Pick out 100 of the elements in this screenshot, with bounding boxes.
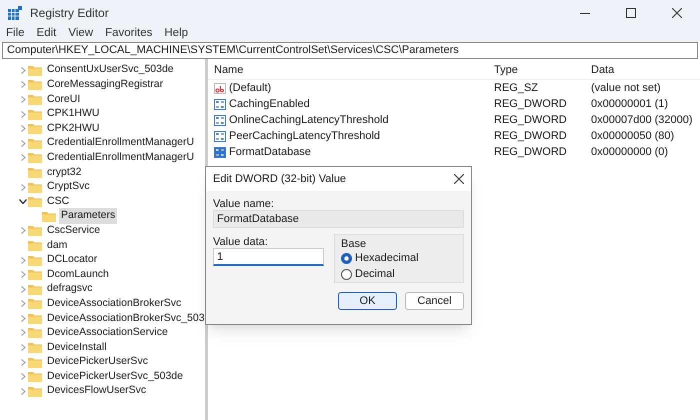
value-name[interactable]: PeerCachingLatencyThreshold xyxy=(229,128,380,144)
folder-icon xyxy=(28,196,42,208)
tree-item[interactable]: DeviceAssociationBrokerSvc_503 xyxy=(45,310,205,326)
chevron-right-icon[interactable] xyxy=(20,96,26,103)
radio-option[interactable]: Hexadecimal xyxy=(341,250,457,266)
folder-icon xyxy=(28,152,42,164)
group-label: Base xyxy=(341,237,368,250)
column-header[interactable]: Type xyxy=(490,62,587,79)
tree-item[interactable]: CPK1HWU xyxy=(45,106,102,122)
tree-item[interactable]: DCLocator xyxy=(45,252,100,268)
folder-icon xyxy=(28,182,42,193)
chevron-right-icon[interactable] xyxy=(20,227,26,234)
value-name[interactable]: FormatDatabase xyxy=(229,144,311,160)
menu-item[interactable]: View xyxy=(68,24,94,42)
tree-item[interactable]: crypt32 xyxy=(45,164,84,180)
folder-icon xyxy=(28,386,42,397)
dialog-button[interactable]: OK xyxy=(338,292,397,310)
chevron-right-icon[interactable] xyxy=(20,125,26,132)
value-data: (value not set) xyxy=(590,80,662,96)
menu-item[interactable]: Favorites xyxy=(105,24,152,42)
folder-icon xyxy=(28,225,42,236)
value-name[interactable]: (Default) xyxy=(229,80,272,96)
menu-item[interactable]: File xyxy=(6,24,25,42)
dialog-title: Edit DWORD (32-bit) Value xyxy=(213,172,346,187)
folder-icon xyxy=(28,342,42,354)
tree-item[interactable]: CoreMessagingRegistrar xyxy=(45,77,166,93)
chevron-right-icon[interactable] xyxy=(20,81,26,88)
chevron-right-icon[interactable] xyxy=(20,373,26,380)
value-type: REG_DWORD xyxy=(493,128,568,144)
folder-icon xyxy=(28,254,42,266)
tree-item[interactable]: CPK2HWU xyxy=(45,120,102,137)
tree-item[interactable]: DeviceInstall xyxy=(45,340,109,356)
value-name-field[interactable]: FormatDatabase xyxy=(213,210,464,228)
value-data: 0x00000000 (0) xyxy=(590,144,670,160)
folder-icon xyxy=(42,210,56,222)
value-name[interactable]: CachingEnabled xyxy=(229,96,310,112)
chevron-down-icon[interactable] xyxy=(19,199,27,204)
tree-item[interactable]: DeviceAssociationService xyxy=(45,325,170,341)
chevron-right-icon[interactable] xyxy=(20,358,26,366)
maximize-icon xyxy=(626,8,636,18)
folder-icon xyxy=(28,284,42,295)
menu-item[interactable]: Edit xyxy=(36,24,56,42)
tree-item[interactable]: Parameters xyxy=(59,208,118,224)
tree-item[interactable]: DevicePickerUserSvc xyxy=(45,354,150,370)
folder-icon xyxy=(28,94,42,105)
value-data: 0x00007d00 (32000) xyxy=(590,112,694,128)
folder-icon xyxy=(28,64,42,76)
folder-icon xyxy=(28,356,42,368)
chevron-right-icon[interactable] xyxy=(20,140,26,147)
window-title: Registry Editor xyxy=(30,5,109,22)
tree-item[interactable]: DcomLaunch xyxy=(45,266,111,282)
tree-item[interactable]: CredentialEnrollmentManagerU xyxy=(45,150,196,166)
value-data: 0x00000001 (1) xyxy=(590,96,670,112)
address-bar[interactable]: Computer\HKEY_LOCAL_MACHINE\SYSTEM\CurrentControlSet\Services\CSC\Parameters xyxy=(2,42,698,59)
dialog-button[interactable]: Cancel xyxy=(405,292,464,310)
chevron-right-icon[interactable] xyxy=(20,344,26,352)
chevron-right-icon[interactable] xyxy=(20,66,26,74)
chevron-right-icon[interactable] xyxy=(20,286,26,293)
radio-option[interactable]: Decimal xyxy=(341,266,457,282)
chevron-right-icon[interactable] xyxy=(20,256,26,264)
chevron-right-icon[interactable] xyxy=(20,110,26,118)
tree-item[interactable]: CSC xyxy=(45,194,72,210)
folder-icon xyxy=(28,166,42,178)
value-type: REG_DWORD xyxy=(493,96,568,112)
tree-item[interactable]: DevicesFlowUserSvc xyxy=(45,383,148,400)
value-type: REG_SZ xyxy=(493,80,540,96)
chevron-right-icon[interactable] xyxy=(20,314,26,322)
tree-item[interactable]: ConsentUxUserSvc_503de xyxy=(45,62,176,78)
tree-item[interactable]: DevicePickerUserSvc_503de xyxy=(45,368,185,385)
chevron-right-icon[interactable] xyxy=(20,154,26,162)
field-label: Value name: xyxy=(213,197,275,210)
folder-icon xyxy=(28,298,42,310)
value-type: REG_DWORD xyxy=(493,144,568,160)
tree-item[interactable]: defragsvc xyxy=(45,281,95,298)
value-name[interactable]: OnlineCachingLatencyThreshold xyxy=(229,112,389,128)
chevron-right-icon[interactable] xyxy=(20,300,26,308)
value-data: 0x00000050 (80) xyxy=(590,128,676,144)
value-data-field[interactable]: 1 xyxy=(213,248,324,266)
folder-icon xyxy=(28,79,42,90)
chevron-right-icon[interactable] xyxy=(20,329,26,336)
tree-item[interactable]: dam xyxy=(45,238,70,254)
chevron-right-icon[interactable] xyxy=(20,184,26,191)
tree-item[interactable]: CoreUI xyxy=(45,92,82,108)
field-label: Value data: xyxy=(213,235,269,248)
column-header[interactable]: Data xyxy=(587,62,700,79)
tree-item[interactable]: CscService xyxy=(45,222,102,239)
tree-item[interactable]: CredentialEnrollmentManagerU xyxy=(45,135,196,152)
menu-item[interactable]: Help xyxy=(164,24,188,42)
value-type: REG_DWORD xyxy=(493,112,568,128)
close-icon[interactable] xyxy=(454,174,464,184)
folder-icon xyxy=(28,123,42,134)
column-header[interactable]: Name xyxy=(208,62,490,79)
folder-icon xyxy=(28,138,42,149)
tree-item[interactable]: DeviceAssociationBrokerSvc xyxy=(45,296,184,312)
minimize-icon xyxy=(580,12,590,14)
chevron-right-icon[interactable] xyxy=(20,388,26,395)
folder-icon xyxy=(28,269,42,280)
folder-icon xyxy=(28,371,42,382)
chevron-right-icon[interactable] xyxy=(20,271,26,278)
tree-item[interactable]: CryptSvc xyxy=(45,179,92,195)
